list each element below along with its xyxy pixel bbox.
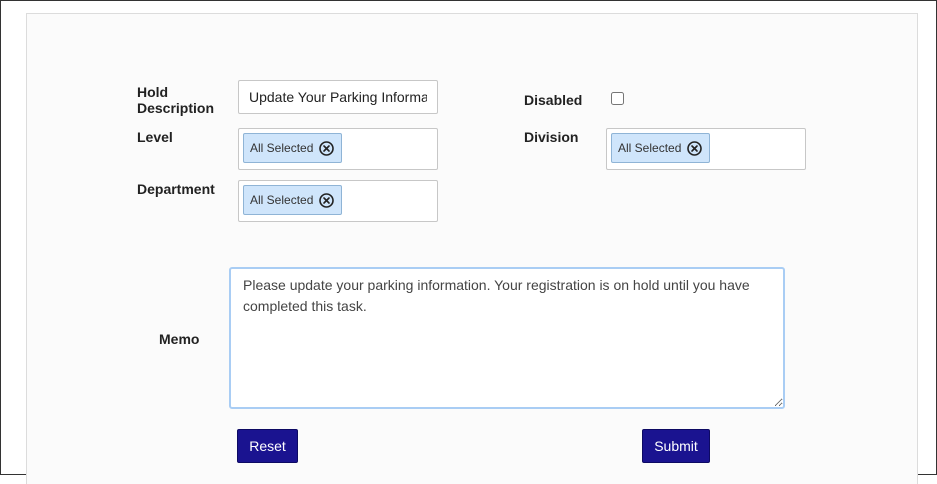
- memo-textarea[interactable]: Please update your parking information. …: [229, 267, 785, 409]
- department-chip: All Selected: [243, 185, 343, 215]
- hold-description-input[interactable]: [238, 80, 438, 114]
- level-chip-label: All Selected: [250, 141, 314, 155]
- department-multiselect[interactable]: All Selected: [238, 180, 438, 222]
- level-multiselect[interactable]: All Selected: [238, 128, 438, 170]
- disabled-checkbox[interactable]: [611, 92, 624, 105]
- close-circle-icon[interactable]: [318, 192, 335, 209]
- department-chip-label: All Selected: [250, 193, 314, 207]
- close-circle-icon[interactable]: [318, 140, 335, 157]
- division-multiselect[interactable]: All Selected: [606, 128, 806, 170]
- division-chip-label: All Selected: [618, 141, 682, 155]
- submit-button[interactable]: Submit: [642, 429, 710, 463]
- reset-button[interactable]: Reset: [237, 429, 298, 463]
- department-label: Department: [137, 181, 215, 197]
- close-circle-icon[interactable]: [686, 140, 703, 157]
- level-chip: All Selected: [243, 133, 343, 163]
- hold-description-label: Hold Description: [137, 84, 215, 116]
- level-label: Level: [137, 129, 173, 145]
- memo-label: Memo: [159, 331, 200, 347]
- disabled-label: Disabled: [524, 92, 583, 108]
- division-label: Division: [524, 129, 579, 145]
- division-chip: All Selected: [611, 133, 711, 163]
